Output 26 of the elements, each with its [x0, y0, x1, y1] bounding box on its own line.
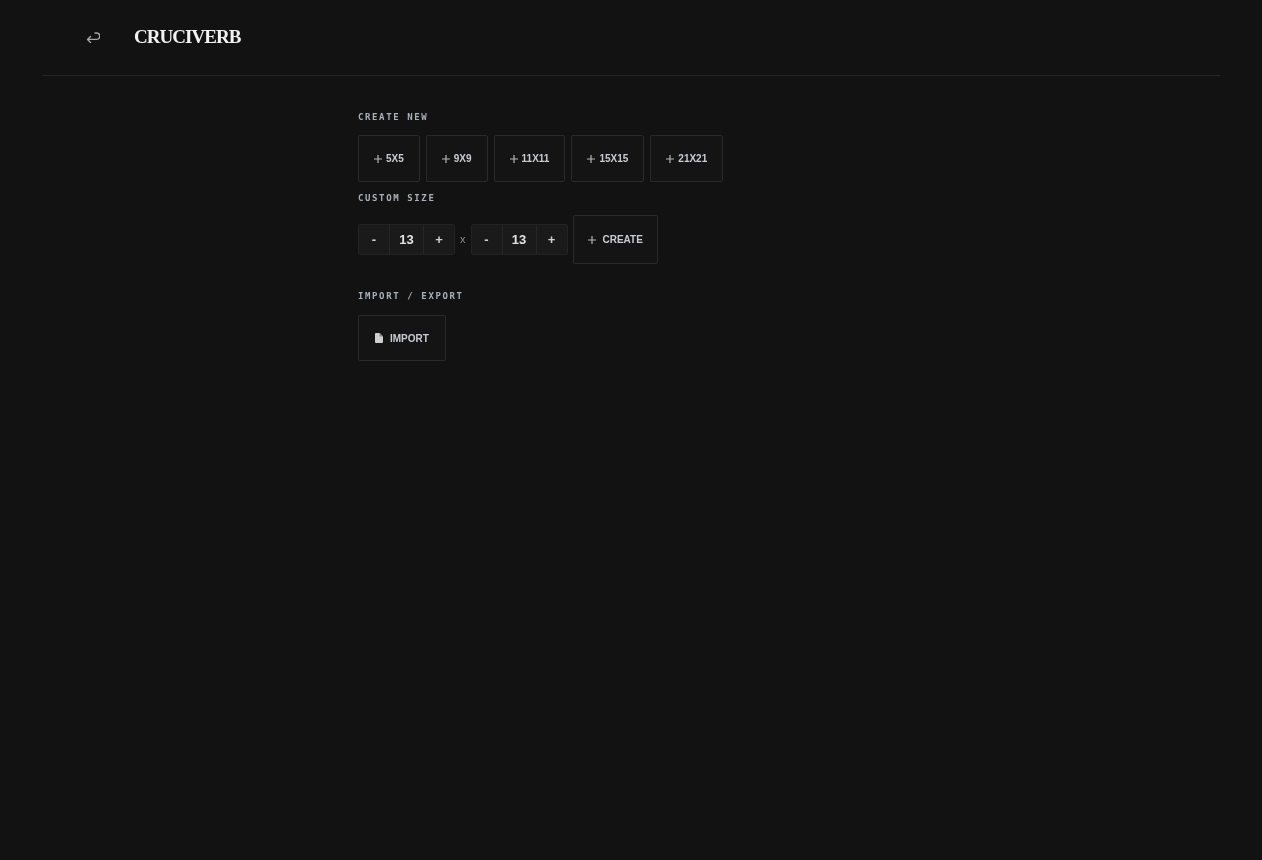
- preset-size-button[interactable]: 15X15: [571, 135, 645, 182]
- create-button[interactable]: CREATE: [572, 215, 658, 264]
- preset-size-button[interactable]: 5X5: [358, 135, 420, 182]
- plus-icon: [509, 154, 518, 163]
- preset-size-button[interactable]: 21X21: [650, 135, 724, 182]
- section-heading: CUSTOM SIZE: [358, 192, 437, 204]
- plus-icon: [441, 154, 450, 163]
- app-title: CRUCIVERB: [134, 25, 241, 50]
- section-heading: IMPORT / EXPORT: [358, 290, 465, 302]
- decrement-button[interactable]: -: [359, 225, 390, 254]
- plus-icon: [374, 154, 382, 163]
- plus-icon: [666, 154, 675, 163]
- preset-size-button[interactable]: 11X11: [493, 135, 566, 182]
- decrement-button[interactable]: -: [471, 225, 503, 254]
- preset-size-button[interactable]: 9X9: [425, 135, 488, 182]
- size-field[interactable]: 13: [390, 225, 424, 254]
- size-field[interactable]: 13: [502, 225, 537, 254]
- times-sign: x: [460, 232, 466, 248]
- return-arrow-icon[interactable]: [86, 32, 100, 43]
- increment-button[interactable]: +: [536, 225, 567, 254]
- plus-icon: [587, 154, 596, 163]
- import-button[interactable]: IMPORT: [358, 315, 446, 361]
- increment-button[interactable]: +: [424, 225, 454, 254]
- section-heading: CREATE NEW: [358, 111, 430, 123]
- plus-icon: [587, 235, 596, 244]
- file-icon: [375, 333, 383, 343]
